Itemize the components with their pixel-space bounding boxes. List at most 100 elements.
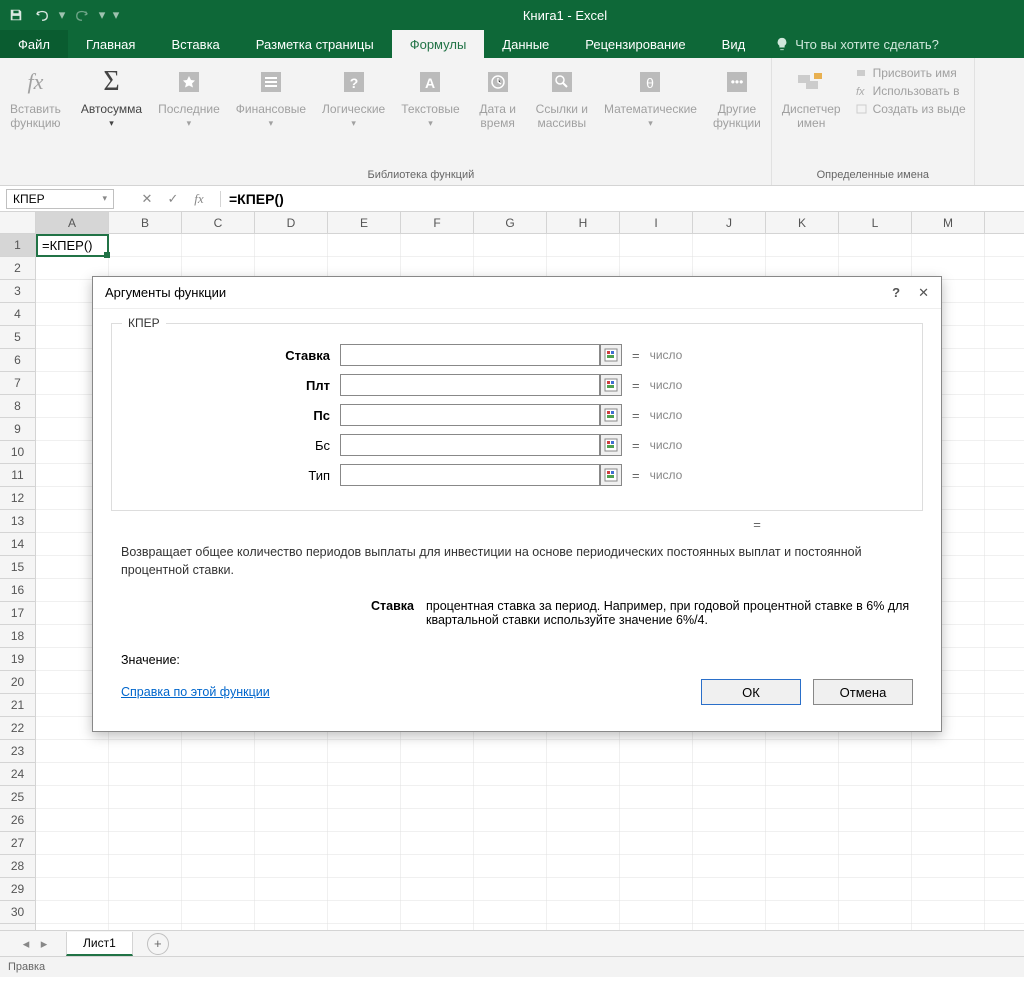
cancel-formula-icon[interactable]: ✕ <box>134 186 160 212</box>
argument-input[interactable] <box>340 404 600 426</box>
row-header[interactable]: 23 <box>0 740 35 763</box>
column-header[interactable]: L <box>839 212 912 233</box>
argument-input[interactable] <box>340 344 600 366</box>
column-header[interactable]: D <box>255 212 328 233</box>
logical-button[interactable]: ? Логические ▾ <box>314 62 393 167</box>
undo-icon[interactable] <box>30 3 54 27</box>
create-from-selection-button[interactable]: Создать из выде <box>855 102 966 116</box>
chevron-down-icon[interactable]: ▾ <box>102 193 107 204</box>
row-header[interactable]: 9 <box>0 418 35 441</box>
cancel-button[interactable]: Отмена <box>813 679 913 705</box>
column-header[interactable]: F <box>401 212 474 233</box>
tab-review[interactable]: Рецензирование <box>567 30 703 58</box>
formula-input[interactable] <box>229 191 1024 207</box>
tell-me-search[interactable]: Что вы хотите сделать? <box>763 30 951 58</box>
row-header[interactable]: 16 <box>0 579 35 602</box>
row-header[interactable]: 8 <box>0 395 35 418</box>
fill-handle[interactable] <box>104 252 110 258</box>
range-selector-icon[interactable] <box>600 404 622 426</box>
row-header[interactable]: 2 <box>0 257 35 280</box>
close-icon[interactable]: ✕ <box>918 285 929 301</box>
redo-icon[interactable] <box>70 3 94 27</box>
argument-input[interactable] <box>340 374 600 396</box>
row-header[interactable]: 21 <box>0 694 35 717</box>
date-time-button[interactable]: Дата и время <box>468 62 528 167</box>
financial-button[interactable]: Финансовые ▾ <box>228 62 314 167</box>
tab-home[interactable]: Главная <box>68 30 153 58</box>
tab-page-layout[interactable]: Разметка страницы <box>238 30 392 58</box>
row-header[interactable]: 3 <box>0 280 35 303</box>
row-header[interactable]: 20 <box>0 671 35 694</box>
column-header[interactable]: B <box>109 212 182 233</box>
name-box[interactable]: КПЕР ▾ <box>6 189 114 209</box>
insert-function-button[interactable]: fx Вставить функцию <box>2 62 69 185</box>
math-button[interactable]: θ Математические ▾ <box>596 62 705 167</box>
row-header[interactable]: 4 <box>0 303 35 326</box>
row-header[interactable]: 10 <box>0 441 35 464</box>
fx-icon[interactable]: fx <box>186 186 212 212</box>
dialog-titlebar[interactable]: Аргументы функции ? ✕ <box>93 277 941 309</box>
column-header[interactable]: I <box>620 212 693 233</box>
row-header[interactable]: 22 <box>0 717 35 740</box>
row-header[interactable]: 5 <box>0 326 35 349</box>
use-in-formula-button[interactable]: fxИспользовать в <box>855 84 966 98</box>
sheet-nav-prev-icon[interactable]: ◂ <box>18 936 34 952</box>
row-header[interactable]: 30 <box>0 901 35 924</box>
row-header[interactable]: 28 <box>0 855 35 878</box>
column-header[interactable]: C <box>182 212 255 233</box>
row-header[interactable]: 29 <box>0 878 35 901</box>
row-header[interactable]: 1 <box>0 234 35 257</box>
select-all-corner[interactable] <box>0 212 36 233</box>
recent-button[interactable]: Последние ▾ <box>150 62 228 167</box>
add-sheet-button[interactable]: + <box>147 933 169 955</box>
sheet-tab[interactable]: Лист1 <box>66 932 133 956</box>
accept-formula-icon[interactable]: ✓ <box>160 186 186 212</box>
tab-file[interactable]: Файл <box>0 30 68 58</box>
range-selector-icon[interactable] <box>600 374 622 396</box>
tab-formulas[interactable]: Формулы <box>392 30 485 58</box>
argument-input[interactable] <box>340 434 600 456</box>
lookup-button[interactable]: Ссылки и массивы <box>528 62 596 167</box>
range-selector-icon[interactable] <box>600 434 622 456</box>
function-help-link[interactable]: Справка по этой функции <box>121 685 270 699</box>
row-header[interactable]: 18 <box>0 625 35 648</box>
define-name-button[interactable]: Присвоить имя <box>855 66 966 80</box>
argument-input[interactable] <box>340 464 600 486</box>
row-header[interactable]: 24 <box>0 763 35 786</box>
row-header[interactable]: 15 <box>0 556 35 579</box>
row-header[interactable]: 7 <box>0 372 35 395</box>
tab-data[interactable]: Данные <box>484 30 567 58</box>
column-header[interactable]: J <box>693 212 766 233</box>
text-button[interactable]: A Текстовые ▾ <box>393 62 467 167</box>
column-header[interactable]: M <box>912 212 985 233</box>
autosum-button[interactable]: Σ Автосумма ▾ <box>73 62 150 167</box>
column-header[interactable]: E <box>328 212 401 233</box>
save-icon[interactable] <box>4 3 28 27</box>
more-functions-button[interactable]: ••• Другие функции <box>705 62 769 167</box>
tab-view[interactable]: Вид <box>704 30 764 58</box>
row-header[interactable]: 27 <box>0 832 35 855</box>
column-header[interactable]: A <box>36 212 109 233</box>
row-header[interactable]: 13 <box>0 510 35 533</box>
sheet-nav-next-icon[interactable]: ▸ <box>36 936 52 952</box>
row-header[interactable]: 14 <box>0 533 35 556</box>
qa-customize-icon[interactable]: ▾ <box>110 7 122 23</box>
row-header[interactable]: 25 <box>0 786 35 809</box>
row-header[interactable]: 6 <box>0 349 35 372</box>
active-cell[interactable]: =КПЕР() <box>36 234 109 257</box>
row-header[interactable]: 17 <box>0 602 35 625</box>
ok-button[interactable]: ОК <box>701 679 801 705</box>
range-selector-icon[interactable] <box>600 464 622 486</box>
column-header[interactable]: K <box>766 212 839 233</box>
column-header[interactable]: H <box>547 212 620 233</box>
row-header[interactable]: 12 <box>0 487 35 510</box>
tab-insert[interactable]: Вставка <box>153 30 237 58</box>
range-selector-icon[interactable] <box>600 344 622 366</box>
row-header[interactable]: 19 <box>0 648 35 671</box>
column-header[interactable]: G <box>474 212 547 233</box>
function-description: Возвращает общее количество периодов вып… <box>111 536 923 587</box>
name-manager-button[interactable]: Диспетчер имен <box>774 62 849 167</box>
row-header[interactable]: 26 <box>0 809 35 832</box>
help-icon[interactable]: ? <box>892 285 900 301</box>
row-header[interactable]: 11 <box>0 464 35 487</box>
